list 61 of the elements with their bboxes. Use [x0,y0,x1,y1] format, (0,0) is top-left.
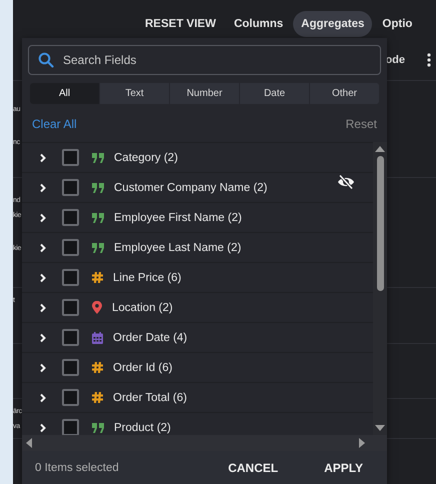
filter-tab[interactable]: All [30,83,99,104]
chevron-right-icon[interactable] [39,242,47,252]
scroll-up-icon [375,146,385,152]
quote-icon [92,152,104,162]
horizontal-scrollbar[interactable] [22,435,387,451]
toolbar-button[interactable]: RESET VIEW [137,11,224,37]
hash-icon [92,362,103,373]
field-label: Order Id (6) [113,362,172,374]
checkbox[interactable] [62,419,79,435]
selection-count: 0 Items selected [35,462,120,474]
cancel-button[interactable]: CANCEL [218,454,288,480]
quote-icon [92,212,104,222]
checkbox[interactable] [62,149,79,166]
chevron-right-icon[interactable] [39,362,47,372]
checkbox[interactable] [62,179,79,196]
vertical-scrollbar[interactable] [373,142,387,435]
hash-icon [92,392,103,403]
eye-slash-icon[interactable] [337,175,355,189]
field-label: Line Price (6) [113,272,182,284]
scroll-thumb[interactable] [376,156,384,291]
checkbox[interactable] [62,389,79,406]
chevron-right-icon[interactable] [39,152,47,162]
clear-all-link[interactable]: Clear All [32,117,77,137]
toolbar-button[interactable]: Optio [374,11,412,37]
field-label: Location (2) [112,302,173,314]
chevron-right-icon[interactable] [39,212,47,222]
field-label: Order Date (4) [113,332,188,344]
chevron-right-icon[interactable] [39,392,47,402]
toolbar-button[interactable]: Aggregates [293,11,372,37]
checkbox[interactable] [62,209,79,226]
field-label: Category (2) [114,152,178,164]
checkbox[interactable] [62,359,79,376]
quote-icon [92,182,104,192]
scroll-down-icon [375,425,385,431]
field-label: Order Total (6) [113,392,187,404]
chevron-right-icon[interactable] [39,332,47,342]
toolbar-button[interactable]: Columns [226,11,292,37]
calendar-icon [92,332,103,344]
checkbox[interactable] [62,299,79,316]
chevron-right-icon[interactable] [39,272,47,282]
map-pin-icon [92,301,102,314]
quote-icon [92,242,104,252]
chevron-right-icon[interactable] [39,422,47,432]
hash-icon [92,272,103,283]
search-icon [38,52,54,68]
chevron-right-icon[interactable] [39,302,47,312]
scroll-right-icon [359,438,365,448]
field-label: Employee First Name (2) [114,212,242,224]
apply-button[interactable]: APPLY [314,454,373,480]
kebab-menu-icon [427,53,431,67]
field-label: Employee Last Name (2) [114,242,242,254]
search-field[interactable]: Search Fields [28,45,381,75]
checkbox[interactable] [62,239,79,256]
field-label: Customer Company Name (2) [114,182,268,194]
chevron-right-icon[interactable] [39,182,47,192]
quote-icon [92,422,104,432]
reset-link[interactable]: Reset [346,117,377,137]
field-label: Product (2) [114,422,171,434]
checkbox[interactable] [62,269,79,286]
scroll-left-icon [26,438,32,448]
checkbox[interactable] [62,329,79,346]
